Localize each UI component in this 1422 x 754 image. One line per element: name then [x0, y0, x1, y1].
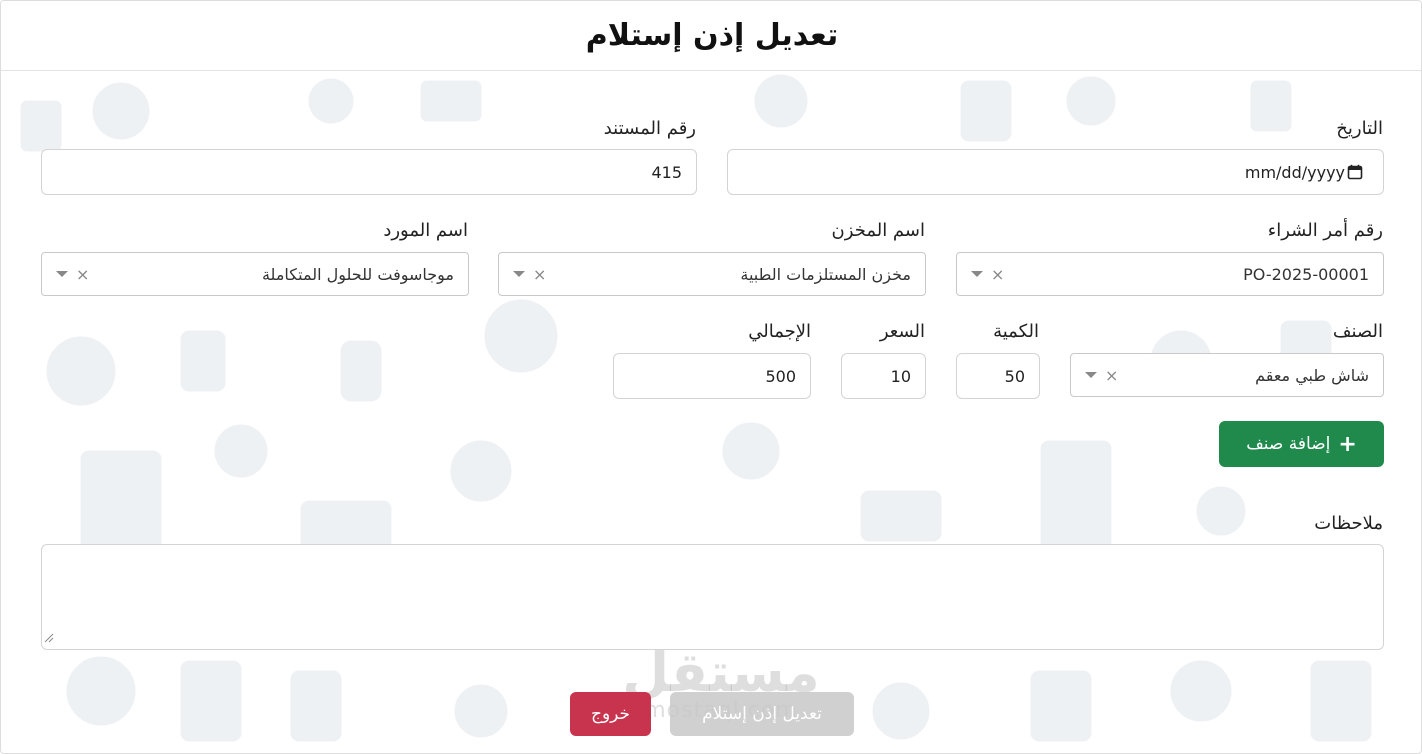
supplier-value: موجاسوفت للحلول المتكاملة [261, 264, 454, 284]
exit-button[interactable]: خروج [570, 692, 651, 736]
receipt-form: التاريخ mm/dd/yyyy رقم المستند 415 رقم أ… [1, 71, 1421, 753]
supplier-select[interactable]: موجاسوفت للحلول المتكاملة × [41, 252, 469, 296]
quantity-value: 50 [1004, 366, 1025, 386]
quantity-input[interactable]: 50 [956, 353, 1040, 399]
price-input[interactable]: 10 [841, 353, 926, 399]
po-number-select[interactable]: PO-2025-00001 × [956, 252, 1384, 296]
clear-icon[interactable]: × [533, 265, 546, 284]
clear-icon[interactable]: × [76, 265, 89, 284]
chevron-down-icon[interactable] [1085, 372, 1097, 378]
total-input[interactable]: 500 [613, 353, 811, 399]
item-select[interactable]: شاش طبي معقم × [1070, 353, 1384, 397]
chevron-down-icon[interactable] [56, 271, 68, 277]
add-item-button[interactable]: + إضافة صنف [1219, 421, 1384, 467]
resize-handle-icon[interactable] [44, 628, 54, 647]
chevron-down-icon[interactable] [513, 271, 525, 277]
warehouse-select[interactable]: مخزن المستلزمات الطبية × [498, 252, 926, 296]
submit-edit-button[interactable]: تعديل إذن إستلام [670, 692, 854, 736]
doc-number-label: رقم المستند [603, 118, 696, 139]
add-item-label: إضافة صنف [1246, 434, 1331, 454]
modal-dialog: تعديل إذن إستلام التاريخ mm/dd/yyyy رقم … [0, 0, 1422, 754]
warehouse-value: مخزن المستلزمات الطبية [740, 264, 911, 284]
supplier-label: اسم المورد [383, 220, 468, 241]
notes-textarea[interactable] [41, 544, 1384, 650]
chevron-down-icon[interactable] [971, 271, 983, 277]
calendar-icon[interactable] [1347, 164, 1363, 180]
doc-number-input[interactable]: 415 [41, 149, 697, 195]
date-label: التاريخ [1336, 118, 1383, 139]
doc-number-value: 415 [651, 162, 682, 182]
modal-title: تعديل إذن إستلام [585, 18, 839, 53]
notes-label: ملاحظات [1314, 513, 1383, 534]
price-label: السعر [879, 321, 925, 342]
price-value: 10 [890, 366, 911, 386]
date-placeholder: mm/dd/yyyy [1244, 162, 1345, 182]
po-number-label: رقم أمر الشراء [1267, 220, 1383, 241]
date-input[interactable]: mm/dd/yyyy [727, 149, 1384, 195]
po-number-value: PO-2025-00001 [1243, 264, 1369, 284]
quantity-label: الكمية [993, 321, 1039, 342]
item-value: شاش طبي معقم [1255, 365, 1369, 385]
clear-icon[interactable]: × [991, 265, 1004, 284]
total-value: 500 [765, 366, 796, 386]
item-label: الصنف [1332, 321, 1383, 342]
plus-icon: + [1338, 431, 1357, 457]
warehouse-label: اسم المخزن [831, 220, 925, 241]
clear-icon[interactable]: × [1105, 366, 1118, 385]
modal-header: تعديل إذن إستلام [1, 1, 1421, 71]
total-label: الإجمالي [748, 321, 811, 342]
